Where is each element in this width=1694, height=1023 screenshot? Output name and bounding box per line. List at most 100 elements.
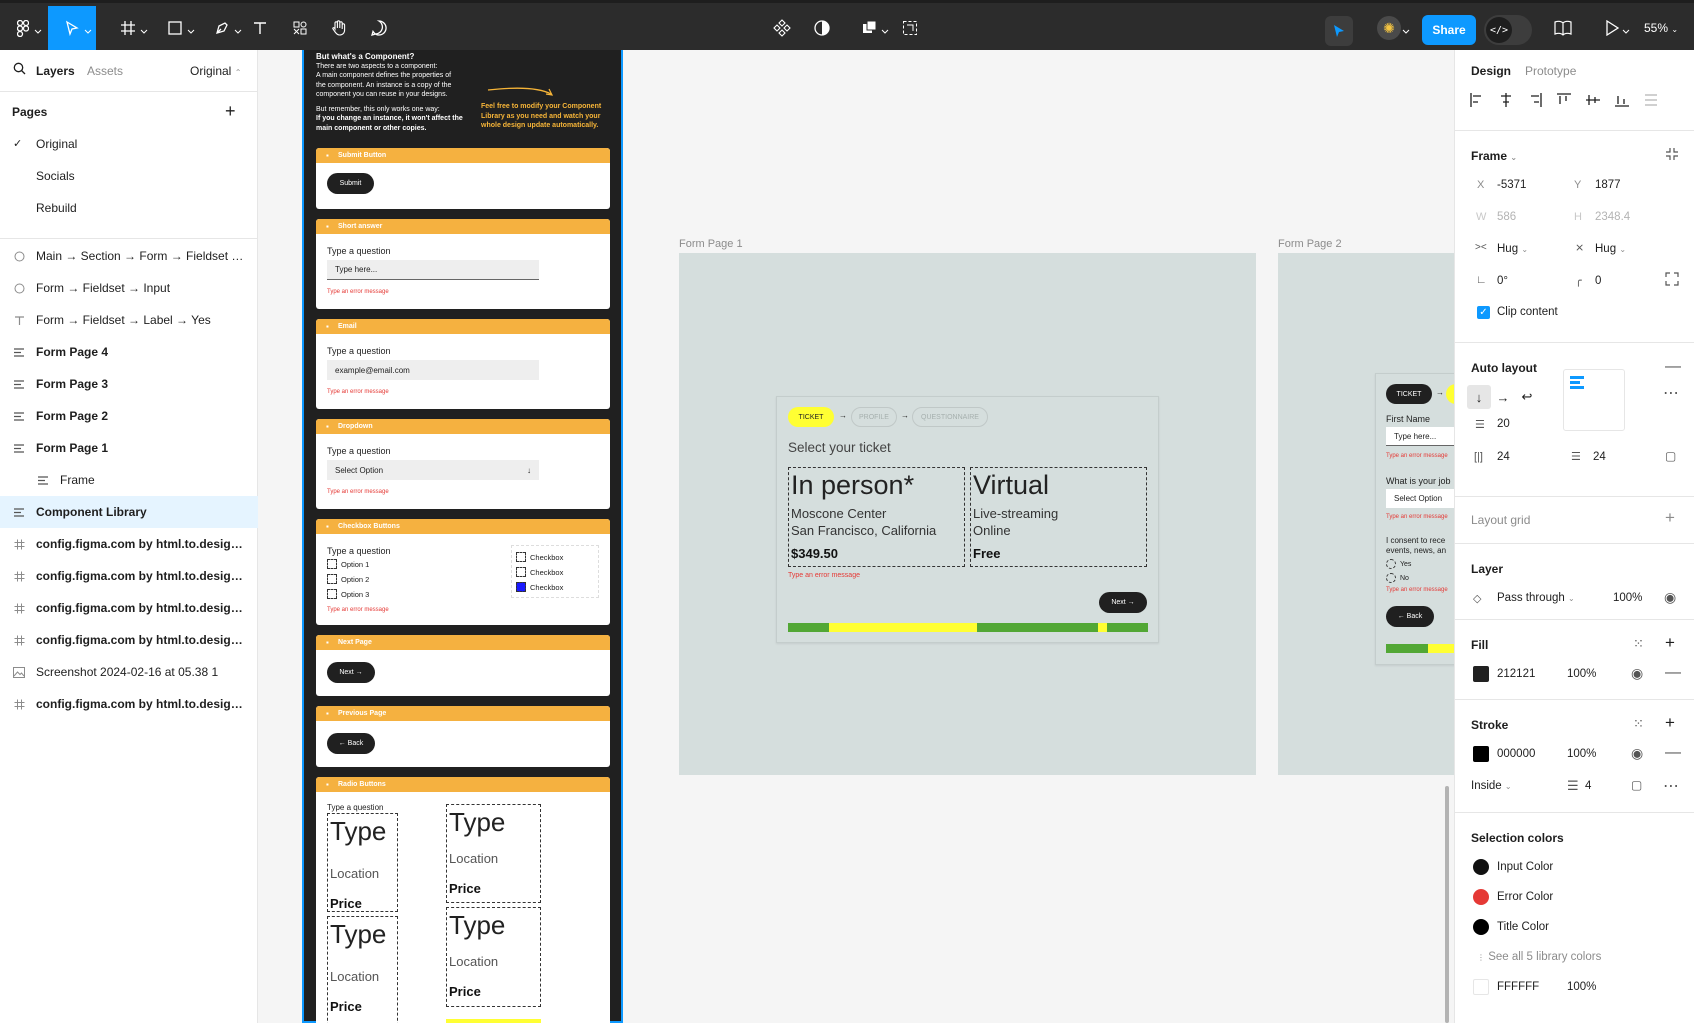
step-ticket[interactable]: TICKET <box>788 407 834 427</box>
direction-wrap-button[interactable]: ↩ <box>1515 385 1539 409</box>
page-selector[interactable]: Original ⌃ <box>190 64 241 78</box>
color-style-swatch[interactable] <box>1473 889 1489 905</box>
layer-row[interactable]: config.figma.com by html.to.design ❤... <box>0 592 258 624</box>
add-page-icon[interactable]: + <box>225 102 236 120</box>
layer-row[interactable]: config.figma.com by html.to.design ❤... <box>0 560 258 592</box>
more-options-icon[interactable]: ⋯ <box>1663 776 1679 796</box>
create-component-button[interactable] <box>769 6 795 50</box>
component-dropdown[interactable]: Dropdown Type a question Select Option ↓… <box>316 419 610 509</box>
gap-input[interactable]: 20 <box>1497 418 1510 430</box>
component-radio-buttons[interactable]: Radio Buttons Type a question Type Locat… <box>316 777 610 1023</box>
layer-row[interactable]: Form Page 1 <box>0 432 258 464</box>
select-mode-button[interactable] <box>1325 16 1353 46</box>
stroke-weight-input[interactable]: 4 <box>1585 780 1591 792</box>
ticket-option-virtual[interactable]: Virtual Live-streaming Online Free <box>970 467 1147 567</box>
canvas[interactable]: But what's a Component? There are two as… <box>259 50 1454 1023</box>
tab-design[interactable]: Design <box>1471 64 1511 78</box>
checkbox-variant[interactable]: Checkbox <box>516 567 563 577</box>
color-style-name[interactable]: Input Color <box>1497 861 1553 873</box>
white-hex[interactable]: FFFFFF <box>1497 981 1539 993</box>
fill-color-swatch[interactable] <box>1473 666 1489 682</box>
step-questionnaire[interactable]: QUESTIONNAIRE <box>912 407 988 427</box>
tab-layers[interactable]: Layers <box>36 64 75 78</box>
height-sizing-dropdown[interactable]: Hug ⌄ <box>1595 243 1626 255</box>
align-right-icon[interactable] <box>1527 92 1543 111</box>
job-select[interactable]: Select Option <box>1386 489 1454 508</box>
layer-row[interactable]: Screenshot 2024-02-16 at 05.38 1 <box>0 656 258 688</box>
crop-button[interactable] <box>897 6 923 50</box>
layer-row[interactable]: Form Page 3 <box>0 368 258 400</box>
stroke-hex-input[interactable]: 000000 <box>1497 748 1535 760</box>
x-input[interactable]: -5371 <box>1497 179 1526 191</box>
radio-card[interactable]: Type Location Price <box>446 804 541 903</box>
component-previous-page[interactable]: Previous Page ← Back <box>316 706 610 767</box>
boolean-button[interactable] <box>851 6 889 50</box>
ticket-option-in-person[interactable]: In person* Moscone Center San Francisco,… <box>788 467 965 567</box>
fill-hex-input[interactable]: 212121 <box>1497 668 1535 680</box>
short-answer-input[interactable]: Type here... <box>327 260 539 280</box>
layer-row[interactable]: Frame <box>0 464 258 496</box>
component-library-frame[interactable]: But what's a Component? There are two as… <box>302 50 623 1023</box>
present-button[interactable] <box>1592 6 1632 50</box>
plugins-button[interactable]: ✺ <box>1364 6 1414 50</box>
first-name-input[interactable]: Type here... <box>1386 427 1454 446</box>
component-short-answer[interactable]: Short answer Type a question Type here..… <box>316 219 610 309</box>
checkbox-option[interactable]: Option 3 <box>327 589 369 599</box>
mask-button[interactable] <box>809 6 835 50</box>
zoom-menu[interactable]: 55% ⌄ <box>1644 21 1678 35</box>
add-fill-icon[interactable]: + <box>1665 634 1675 651</box>
frame-label[interactable]: Form Page 1 <box>679 238 743 250</box>
radio-card[interactable]: Type Location Price <box>327 916 398 1023</box>
styles-grid-icon[interactable]: ⁙ <box>1633 716 1644 732</box>
page-item-socials[interactable]: Socials <box>36 169 75 183</box>
pen-tool-button[interactable] <box>202 6 242 50</box>
profile-form[interactable]: TICKET → First Name Type here... Type an… <box>1375 373 1454 665</box>
search-icon[interactable] <box>13 62 26 78</box>
step-profile[interactable]: PROFILE <box>851 407 897 427</box>
component-checkbox-buttons[interactable]: Checkbox Buttons Type a question Option … <box>316 519 610 625</box>
remove-fill-icon[interactable]: — <box>1665 664 1681 682</box>
email-input[interactable]: example@email.com <box>327 360 539 380</box>
align-bottom-icon[interactable] <box>1614 92 1630 111</box>
share-button[interactable]: Share <box>1422 15 1476 45</box>
horizontal-padding-input[interactable]: 24 <box>1497 451 1510 463</box>
clip-content-checkbox[interactable]: ✓ <box>1477 306 1490 319</box>
ticket-form[interactable]: TICKET → PROFILE → QUESTIONNAIRE Select … <box>776 396 1159 643</box>
layer-row[interactable]: Form Page 4 <box>0 336 258 368</box>
y-input[interactable]: 1877 <box>1595 179 1621 191</box>
add-layout-grid-icon[interactable]: + <box>1665 509 1675 526</box>
dropdown-select[interactable]: Select Option ↓ <box>327 460 539 480</box>
page-item-rebuild[interactable]: Rebuild <box>36 201 77 215</box>
height-input[interactable]: 2348.4 <box>1595 211 1630 223</box>
tab-assets[interactable]: Assets <box>87 64 123 78</box>
checkbox-option[interactable]: Option 2 <box>327 574 369 584</box>
direction-horizontal-button[interactable]: → <box>1491 385 1515 409</box>
eye-icon[interactable]: ◉ <box>1631 665 1643 682</box>
layer-opacity-input[interactable]: 100% <box>1613 592 1642 604</box>
component-next-page[interactable]: Next Page Next → <box>316 635 610 696</box>
color-style-name[interactable]: Error Color <box>1497 891 1553 903</box>
frame-tool-button[interactable] <box>108 6 148 50</box>
layer-row[interactable]: Component Library <box>0 496 258 528</box>
radio-card[interactable]: Type Location Price <box>327 813 398 912</box>
add-stroke-icon[interactable]: + <box>1665 714 1675 731</box>
remove-stroke-icon[interactable]: — <box>1665 744 1681 762</box>
component-email[interactable]: Email Type a question example@email.com … <box>316 319 610 409</box>
canvas-scrollbar[interactable] <box>1445 786 1449 1023</box>
direction-vertical-button[interactable]: ↓ <box>1467 385 1491 409</box>
more-options-icon[interactable]: ⋯ <box>1663 383 1679 403</box>
remove-auto-layout-icon[interactable]: — <box>1665 358 1681 376</box>
checkbox-variant[interactable]: Checkbox <box>516 552 563 562</box>
component-submit-button[interactable]: Submit Button Submit <box>316 148 610 209</box>
vertical-padding-input[interactable]: 24 <box>1593 451 1606 463</box>
comment-tool-button[interactable] <box>366 6 392 50</box>
see-all-colors-link[interactable]: ⋮ See all 5 library colors <box>1477 951 1601 963</box>
layer-row[interactable]: config.figma.com by html.to.design ❤... <box>0 624 258 656</box>
layer-row[interactable]: Form → Fieldset → Input <box>0 272 258 304</box>
align-left-icon[interactable] <box>1469 92 1485 111</box>
submit-button[interactable]: Submit <box>327 173 374 194</box>
distribute-icon[interactable] <box>1643 92 1659 111</box>
white-opacity[interactable]: 100% <box>1567 981 1596 993</box>
stroke-position-dropdown[interactable]: Inside ⌄ <box>1471 780 1512 792</box>
layer-row[interactable]: Form → Fieldset → Label → Yes <box>0 304 258 336</box>
